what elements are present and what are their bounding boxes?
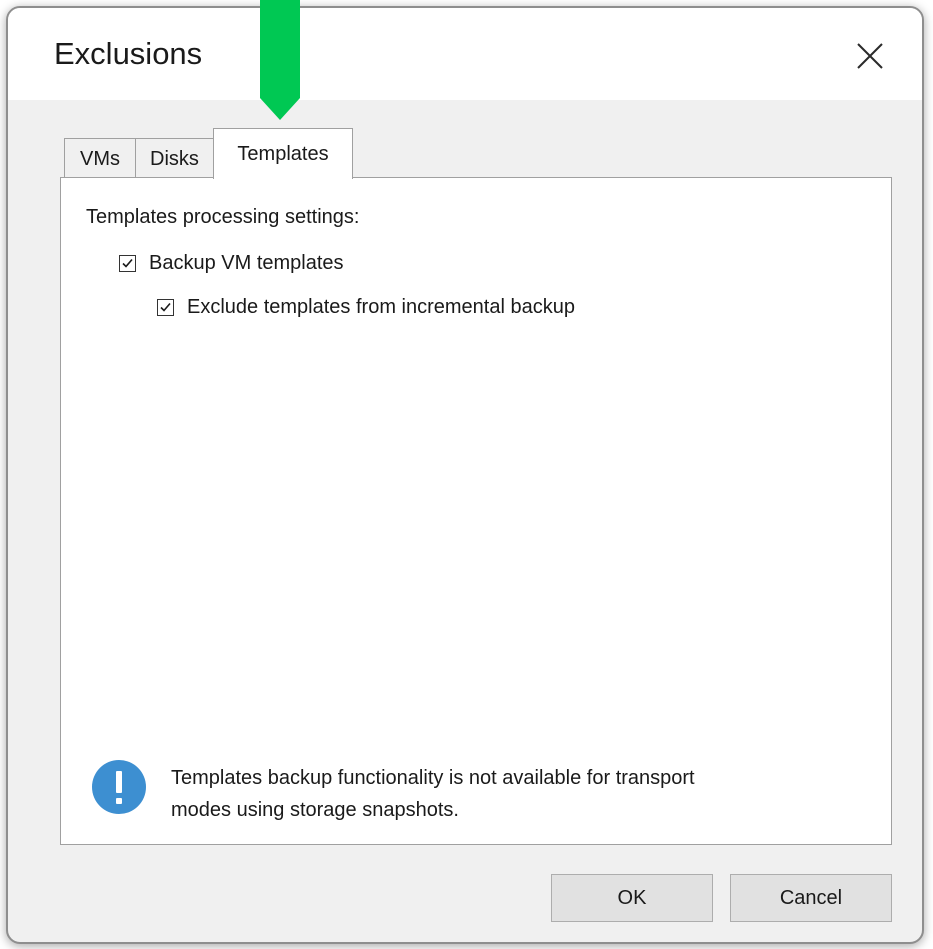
backup-vm-templates-label: Backup VM templates [149, 252, 344, 274]
title-bar: Exclusions [8, 8, 922, 100]
info-message-line-1: Templates backup functionality is not av… [171, 767, 695, 789]
close-icon[interactable] [850, 36, 890, 76]
tab-vms[interactable]: VMs [64, 138, 136, 178]
info-message-line-2: modes using storage snapshots. [171, 799, 459, 821]
backup-vm-templates-checkbox[interactable] [119, 255, 136, 272]
dialog-title: Exclusions [54, 36, 203, 71]
ok-button[interactable]: OK [551, 874, 713, 922]
tab-templates[interactable]: Templates [213, 128, 353, 179]
checkmark-icon [160, 302, 171, 312]
info-message: Templates backup functionality is not av… [171, 762, 851, 826]
annotation-arrow-down-icon [257, 0, 303, 122]
exclusions-dialog: Exclusions VMs Disks Templates Templates… [6, 6, 924, 944]
info-exclamation-icon [91, 759, 147, 815]
exclude-incremental-option[interactable]: Exclude templates from incremental backu… [157, 296, 575, 319]
templates-panel: Templates processing settings: Backup VM… [60, 177, 892, 845]
cancel-button[interactable]: Cancel [730, 874, 892, 922]
exclude-incremental-label: Exclude templates from incremental backu… [187, 296, 575, 318]
backup-vm-templates-option[interactable]: Backup VM templates [119, 252, 344, 275]
templates-settings-label: Templates processing settings: [86, 206, 360, 228]
checkmark-icon [122, 258, 133, 268]
tab-disks[interactable]: Disks [135, 138, 214, 178]
exclude-incremental-checkbox[interactable] [157, 299, 174, 316]
